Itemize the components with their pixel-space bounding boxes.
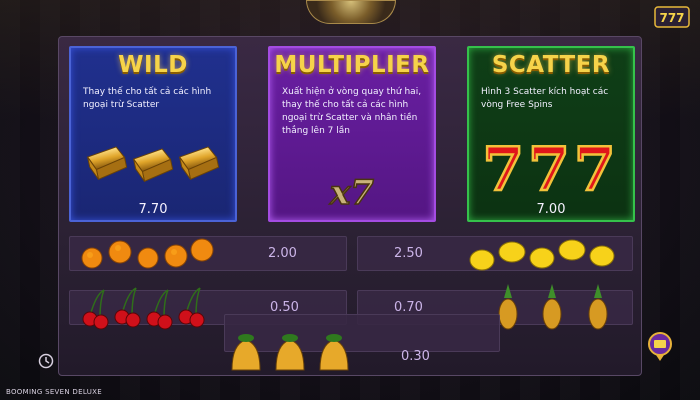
x7-badge-text: x7 — [329, 173, 374, 213]
x7-multiplier-icon: x7 — [328, 172, 375, 214]
game-title-footer: BOOMING SEVEN DELUXE — [6, 388, 102, 396]
next-page-button[interactable] — [648, 332, 672, 362]
scatter-description: Hình 3 Scatter kích hoạt các vòng Free S… — [481, 87, 609, 110]
lemons-icon — [469, 239, 615, 271]
triple-seven-icon: 777 — [481, 138, 619, 198]
multiplier-card: MULTIPLIER Xuất hiện ở vòng quay thứ hai… — [268, 46, 436, 222]
bells-payout: 0.30 — [401, 349, 430, 364]
gold-bars-icon — [86, 146, 220, 183]
multiplier-title: MULTIPLIER — [274, 52, 430, 78]
slot-menu-button[interactable]: 777 — [654, 6, 690, 28]
history-clock-icon[interactable] — [38, 353, 54, 369]
wild-title: WILD — [118, 52, 188, 78]
scatter-payout: 7.00 — [536, 202, 566, 217]
menu-sevens-label: 777 — [659, 11, 684, 25]
multiplier-description: Xuất hiện ở vòng quay thứ hai, thay thế … — [282, 87, 422, 136]
scatter-card: SCATTER Hình 3 Scatter kích hoạt các vòn… — [467, 46, 635, 222]
bells-icon — [231, 334, 349, 371]
wild-payout: 7.70 — [138, 202, 168, 217]
wild-card: WILD Thay thế cho tất cả các hình ngoại … — [69, 46, 237, 222]
pineapples-payout: 0.70 — [394, 300, 423, 315]
ceiling-dome-decoration — [306, 0, 396, 24]
lemons-payout: 2.50 — [394, 246, 423, 261]
oranges-icon — [81, 238, 214, 269]
scatter-title: SCATTER — [491, 52, 611, 78]
cherries-icon — [82, 287, 205, 330]
cherries-payout: 0.50 — [270, 300, 299, 315]
scatter-sevens-text: 777 — [482, 138, 619, 198]
pineapples-icon — [498, 284, 608, 330]
wild-description: Thay thế cho tất cả các hình ngoại trừ S… — [83, 87, 212, 110]
oranges-payout: 2.00 — [268, 246, 297, 261]
